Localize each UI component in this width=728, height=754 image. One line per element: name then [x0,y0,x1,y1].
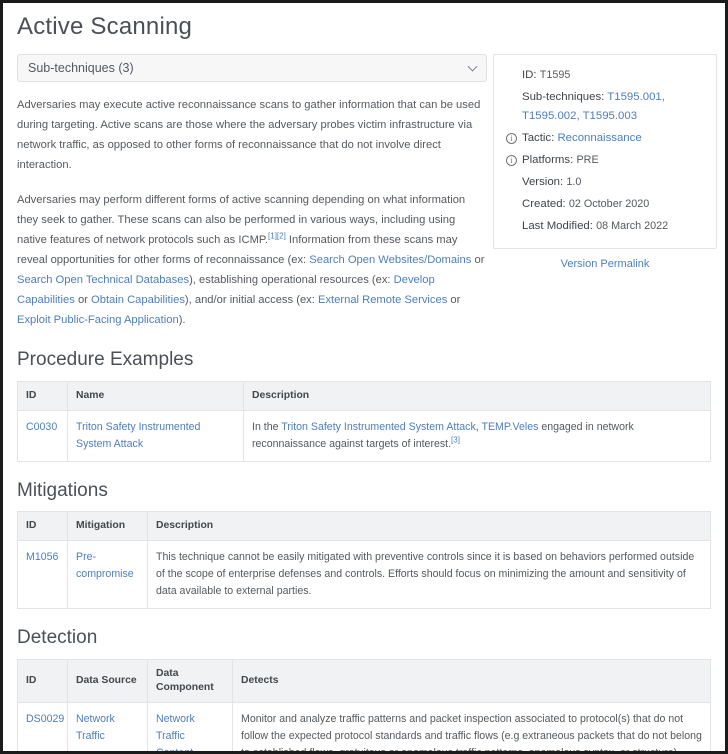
info-label-platforms: Platforms: [522,153,574,166]
link-campaign-id[interactable]: C0030 [26,421,57,433]
cell-id[interactable]: DS0029 [17,702,68,751]
cell-id[interactable]: C0030 [17,409,68,462]
column-header-data-component: Data Component [147,659,233,704]
cell-detects: Monitor and analyze traffic patterns and… [232,702,711,751]
info-row-tactic: i Tactic: Reconnaissance [506,129,704,148]
cell-mitigation[interactable]: Pre-compromise [67,540,148,610]
info-row-id: ID: T1595 [506,66,704,85]
mitigations-title: Mitigations [17,479,108,501]
link-mitigation-id[interactable]: M1056 [26,551,58,563]
table-header-row: ID Name Description [17,380,711,411]
link-triton-attack[interactable]: Triton Safety Instrumented System Attack [281,421,476,433]
technique-page: Active Scanning Sub-techniques (3) Adver… [3,3,725,751]
info-row-platforms: i Platforms: PRE [506,151,704,170]
info-label-id: ID: [522,68,537,81]
mitigations-table: ID Mitigation Description M1056 Pre-comp… [17,511,711,610]
description-paragraph-1: Adversaries may execute active reconnais… [17,98,481,171]
link-temp-veles[interactable]: TEMP.Veles [481,421,538,433]
table-row: DS0029 Network Traffic Network Traffic C… [17,702,711,751]
info-value-created: 02 October 2020 [568,197,650,210]
desc-text: ). [178,313,186,326]
link-search-open-technical-databases[interactable]: Search Open Technical Databases [17,274,189,286]
subtechniques-dropdown[interactable]: Sub-techniques (3) [17,53,487,82]
subtechniques-dropdown-label: Sub-techniques (3) [28,60,134,75]
procedure-examples-section: Procedure Examples ID Name Description C… [17,349,711,462]
overview-section: Sub-techniques (3) Adversaries may execu… [17,53,717,330]
column-header-name: Name [67,380,244,411]
info-row-subtechniques: Sub-techniques: T1595.001, T1595.002, T1… [506,88,704,126]
column-header-id: ID [17,659,68,704]
table-header-row: ID Data Source Data Component Detects [17,659,711,704]
table-row: C0030 Triton Safety Instrumented System … [17,409,711,462]
desc-text: ), establishing operational resources (e… [189,273,394,286]
detection-section: Detection ID Data Source Data Component … [17,627,711,751]
info-row-created: Created: 02 October 2020 [506,195,704,214]
info-value-version: 1.0 [566,175,582,188]
column-header-data-source: Data Source [67,659,148,704]
info-value-id: T1595 [539,68,571,81]
cell-data-component[interactable]: Network Traffic Content [147,702,233,751]
info-label-version: Version: [522,175,564,188]
page-title: Active Scanning [17,13,193,40]
info-value-last-modified: 08 March 2022 [596,219,669,232]
column-header-description: Description [147,511,711,542]
info-label-last-modified: Last Modified: [522,219,593,232]
link-mitigation-name[interactable]: Pre-compromise [76,551,134,580]
link-obtain-capabilities[interactable]: Obtain Capabilities [91,294,185,306]
cell-id[interactable]: M1056 [17,540,68,610]
description-paragraph-2: Adversaries may perform different forms … [17,190,487,330]
link-external-remote-services[interactable]: External Remote Services [318,294,447,306]
page-frame: Active Scanning Sub-techniques (3) Adver… [3,3,725,751]
description-column: Sub-techniques (3) Adversaries may execu… [17,53,487,330]
column-header-id: ID [17,511,68,542]
link-campaign-name[interactable]: Triton Safety Instrumented System Attack [76,421,200,450]
cell-description: In the Triton Safety Instrumented System… [243,409,711,462]
table-header-row: ID Mitigation Description [17,511,711,542]
info-card-column: ID: T1595 Sub-techniques: T1595.001, T15… [493,53,717,270]
info-value-platforms: PRE [576,153,599,166]
cell-name[interactable]: Triton Safety Instrumented System Attack [67,409,244,462]
link-data-component-content[interactable]: Network Traffic Content [156,713,195,751]
technique-info-card: ID: T1595 Sub-techniques: T1595.001, T15… [493,53,717,249]
link-exploit-public-facing-application[interactable]: Exploit Public-Facing Application [17,314,179,326]
desc-text: or [74,293,92,306]
cell-description: This technique cannot be easily mitigate… [147,540,711,610]
desc-text: or [471,253,485,266]
info-circle-icon: i [506,132,517,144]
desc-text: ), and/or initial access (ex: [184,293,318,306]
version-permalink-link[interactable]: Version Permalink [493,258,717,270]
info-circle-icon: i [506,154,517,166]
column-header-description: Description [243,380,711,411]
chevron-down-icon [467,61,478,72]
detection-title: Detection [17,627,98,649]
cell-data-source[interactable]: Network Traffic [67,702,148,751]
info-value-tactic[interactable]: Reconnaissance [557,132,641,144]
table-row: M1056 Pre-compromise This technique cann… [17,540,711,610]
citation-link-2[interactable]: [2] [277,231,286,240]
column-header-detects: Detects [232,659,711,704]
column-header-mitigation: Mitigation [67,511,148,542]
citation-link-3[interactable]: [3] [451,435,460,444]
procedure-examples-title: Procedure Examples [17,348,194,370]
procedure-examples-table: ID Name Description C0030 Triton Safety … [17,380,711,462]
link-data-source[interactable]: Network Traffic [76,713,115,742]
citation-link-1[interactable]: [1] [268,231,277,240]
column-header-id: ID [17,380,68,411]
desc-text: or [447,293,461,306]
info-label-tactic: Tactic: [522,131,555,144]
link-search-open-websites-domains[interactable]: Search Open Websites/Domains [309,254,471,266]
info-label-created: Created: [522,197,566,210]
detection-table: ID Data Source Data Component Detects DS… [17,659,711,751]
link-datasource-id[interactable]: DS0029 [26,713,64,725]
cell-text: In the [252,420,282,433]
info-row-last-modified: Last Modified: 08 March 2022 [506,217,704,236]
mitigations-section: Mitigations ID Mitigation Description M1… [17,480,711,610]
info-label-subtechniques: Sub-techniques: [522,90,605,103]
info-row-version: Version: 1.0 [506,173,704,192]
